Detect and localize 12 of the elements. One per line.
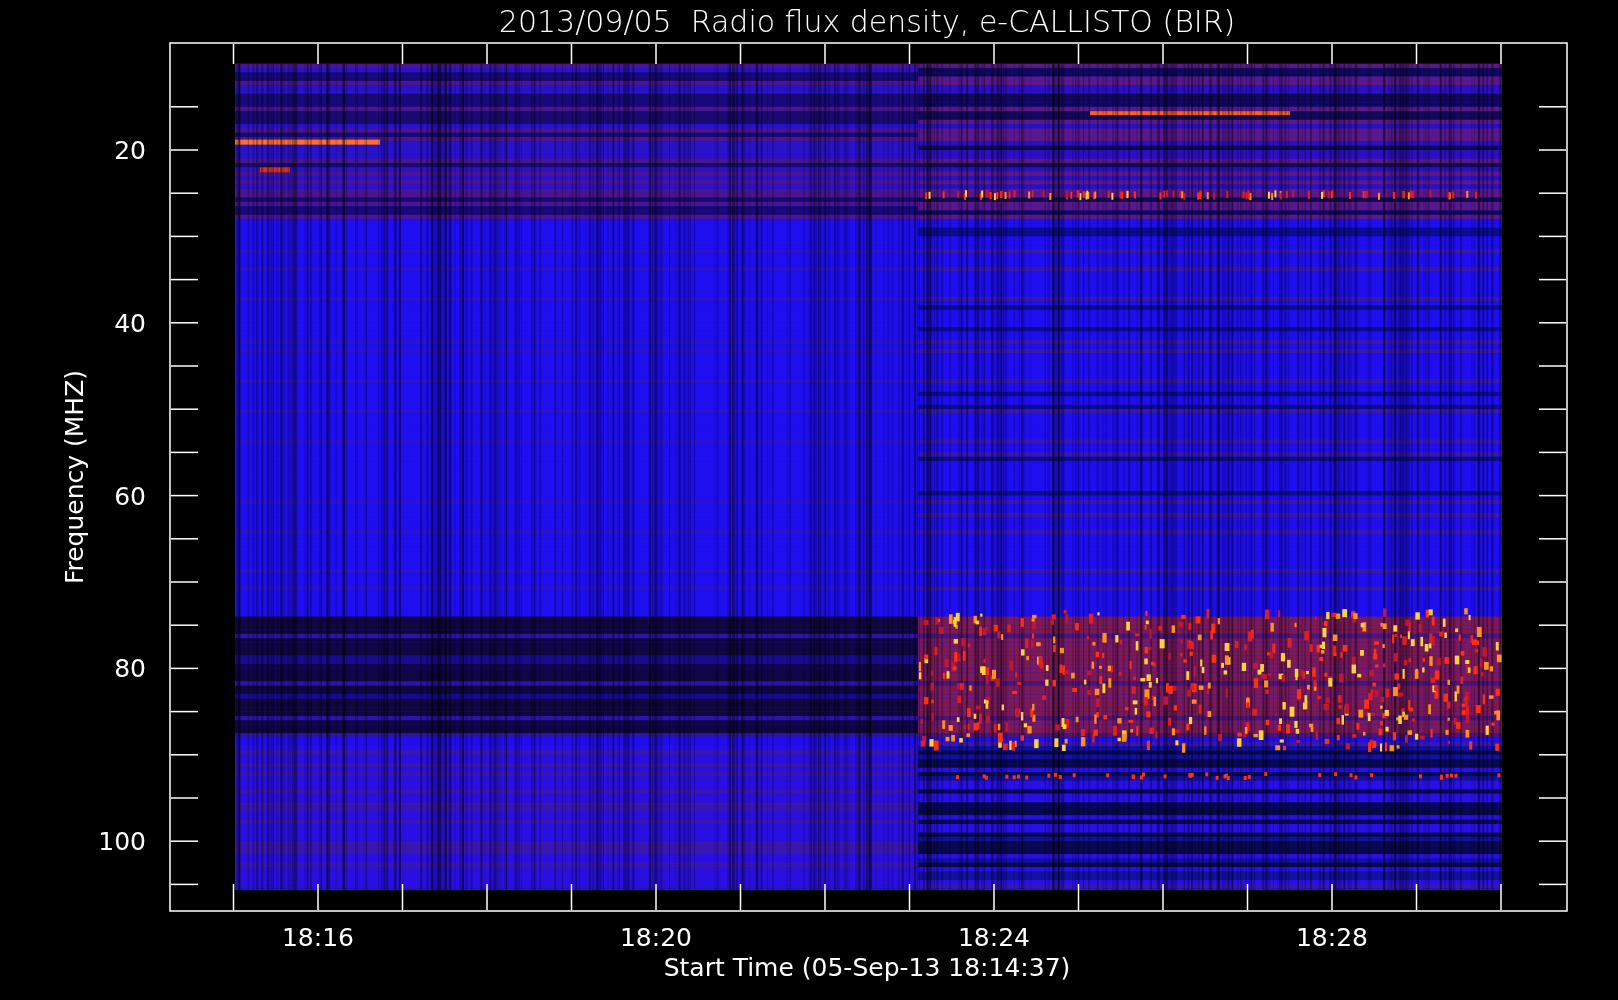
y-tick-label: 20 [114, 136, 146, 165]
y-tick-label: 80 [114, 654, 146, 684]
x-tick-label: 18:20 [620, 923, 692, 952]
y-tick-label: 40 [114, 308, 146, 338]
x-axis-label: Start Time (05-Sep-13 18:14:37) [663, 953, 1071, 982]
x-tick-label: 18:24 [958, 923, 1030, 952]
y-axis-label: Frequency (MHZ) [60, 369, 89, 585]
x-tick-label: 18:16 [282, 923, 354, 952]
chart-title: 2013/09/05 Radio flux density, e-CALLISTO (BIR) [498, 4, 1236, 39]
x-tick-label: 18:28 [1296, 923, 1368, 952]
y-tick-label: 60 [114, 481, 146, 511]
y-tick-label: 100 [98, 827, 146, 857]
